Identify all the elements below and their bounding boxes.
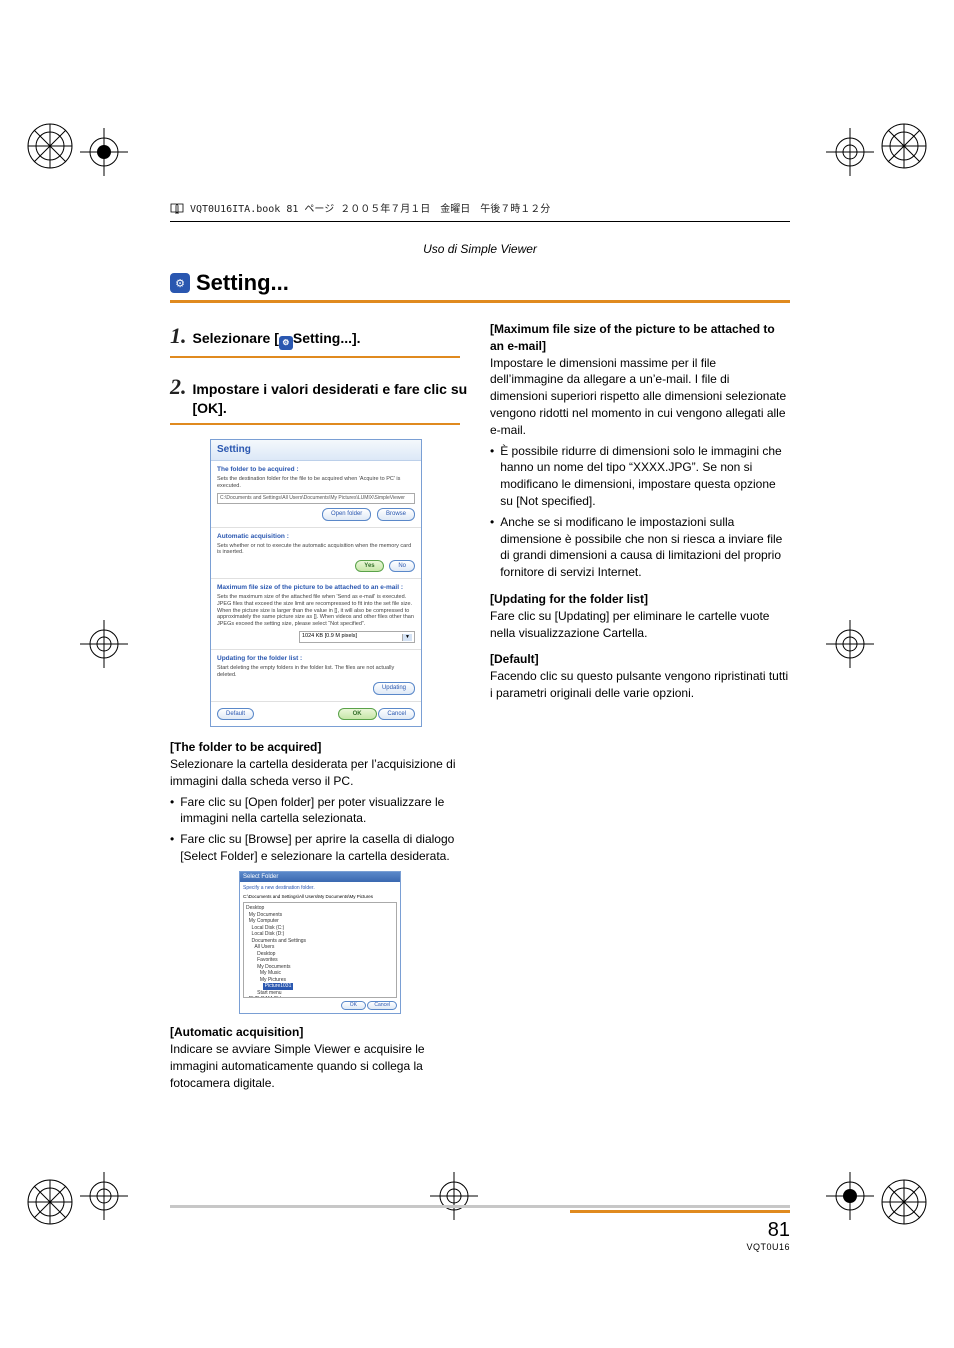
- no-button[interactable]: No: [389, 560, 415, 572]
- bullet-text: È possibile ridurre di dimensioni solo l…: [500, 443, 790, 510]
- bullet-text: Fare clic su [Open folder] per poter vis…: [180, 794, 470, 828]
- heading-default: [Default]: [490, 651, 790, 668]
- settings-icon: ⚙: [170, 273, 190, 293]
- registration-mark-icon: [826, 1172, 874, 1220]
- paragraph: Selezionare la cartella desiderata per l…: [170, 756, 470, 790]
- maxsize-dropdown[interactable]: 1024 KB [0.9 M pixels] ▼: [299, 631, 415, 643]
- sf-path[interactable]: C:\Documents and Settings\All Users\My D…: [243, 894, 397, 900]
- registration-mark-icon: [80, 620, 128, 668]
- select-folder-dialog-figure: Select Folder Specify a new destination …: [239, 871, 401, 1015]
- heading-auto: [Automatic acquisition]: [170, 1024, 470, 1041]
- group-desc: Start deleting the empty folders in the …: [217, 665, 415, 678]
- dialog-title: Select Folder: [240, 872, 400, 882]
- crop-mark-icon: [876, 118, 932, 174]
- updating-button[interactable]: Updating: [373, 682, 415, 694]
- chevron-down-icon: ▼: [402, 634, 412, 641]
- group-title-auto: Automatic acquisition :: [217, 532, 415, 541]
- step-1-text: Selezionare [⚙Setting...].: [193, 329, 361, 350]
- group-title-folder: The folder to be acquired :: [217, 465, 415, 474]
- registration-mark-icon: [80, 1172, 128, 1220]
- folder-path-field[interactable]: C:\Documents and Settings\All Users\Docu…: [217, 493, 415, 504]
- cancel-button[interactable]: Cancel: [378, 708, 415, 720]
- default-button[interactable]: Default: [217, 708, 254, 720]
- bullet-icon: •: [490, 443, 494, 510]
- title-rule: [170, 300, 790, 303]
- heading-updating: [Updating for the folder list]: [490, 591, 790, 608]
- step-number: 2.: [170, 372, 187, 403]
- settings-dialog-figure: Setting The folder to be acquired : Sets…: [210, 439, 422, 727]
- bullet-icon: •: [170, 831, 174, 865]
- bullet-icon: •: [170, 794, 174, 828]
- top-rule: [170, 221, 790, 222]
- paragraph: Fare clic su [Updating] per eliminare le…: [490, 608, 790, 642]
- footer-rule-accent: [570, 1210, 790, 1213]
- step-rule: [170, 356, 460, 358]
- registration-mark-icon: [80, 128, 128, 176]
- step-rule: [170, 423, 460, 425]
- registration-mark-icon: [826, 620, 874, 668]
- page-number: 81: [170, 1219, 790, 1242]
- section-caption: Uso di Simple Viewer: [170, 242, 790, 256]
- folder-tree[interactable]: Desktop My Documents My Computer Local D…: [243, 902, 397, 998]
- sf-label: Specify a new destination folder.: [243, 885, 397, 892]
- bullet-icon: •: [490, 514, 494, 581]
- cancel-button[interactable]: Cancel: [367, 1001, 397, 1010]
- paragraph: Impostare le dimensioni massime per il f…: [490, 355, 790, 439]
- crop-mark-icon: [876, 1174, 932, 1230]
- crop-mark-icon: [22, 118, 78, 174]
- group-title-maxsize: Maximum file size of the picture to be a…: [217, 583, 415, 592]
- ok-button[interactable]: OK: [341, 1001, 366, 1010]
- browse-button[interactable]: Browse: [377, 508, 415, 520]
- settings-icon: ⚙: [279, 336, 293, 350]
- dialog-title: Setting: [211, 440, 421, 461]
- heading-maxsize: [Maximum file size of the picture to be …: [490, 321, 790, 355]
- doc-code: VQT0U16: [170, 1242, 790, 1252]
- group-title-updating: Updating for the folder list :: [217, 654, 415, 663]
- open-folder-button[interactable]: Open folder: [322, 508, 371, 520]
- footer-rule: [170, 1205, 790, 1208]
- step-number: 1.: [170, 321, 187, 352]
- yes-button[interactable]: Yes: [355, 560, 383, 572]
- crop-mark-icon: [22, 1174, 78, 1230]
- heading-folder: [The folder to be acquired]: [170, 739, 470, 756]
- paragraph: Facendo clic su questo pulsante vengono …: [490, 668, 790, 702]
- book-icon: [170, 202, 184, 220]
- group-desc: Sets the destination folder for the file…: [217, 476, 415, 489]
- header-line: VQT0U16ITA.book 81 ページ ２００５年７月１日 金曜日 午後７…: [190, 200, 550, 215]
- bullet-text: Anche se si modificano le impostazioni s…: [500, 514, 790, 581]
- group-desc: Sets the maximum size of the attached fi…: [217, 594, 415, 627]
- bullet-text: Fare clic su [Browse] per aprire la case…: [180, 831, 470, 865]
- ok-button[interactable]: OK: [338, 708, 377, 720]
- page-title: Setting...: [196, 270, 289, 296]
- paragraph: Indicare se avviare Simple Viewer e acqu…: [170, 1041, 470, 1091]
- group-desc: Sets whether or not to execute the autom…: [217, 543, 415, 556]
- step-2-text: Impostare i valori desiderati e fare cli…: [193, 380, 471, 419]
- registration-mark-icon: [826, 128, 874, 176]
